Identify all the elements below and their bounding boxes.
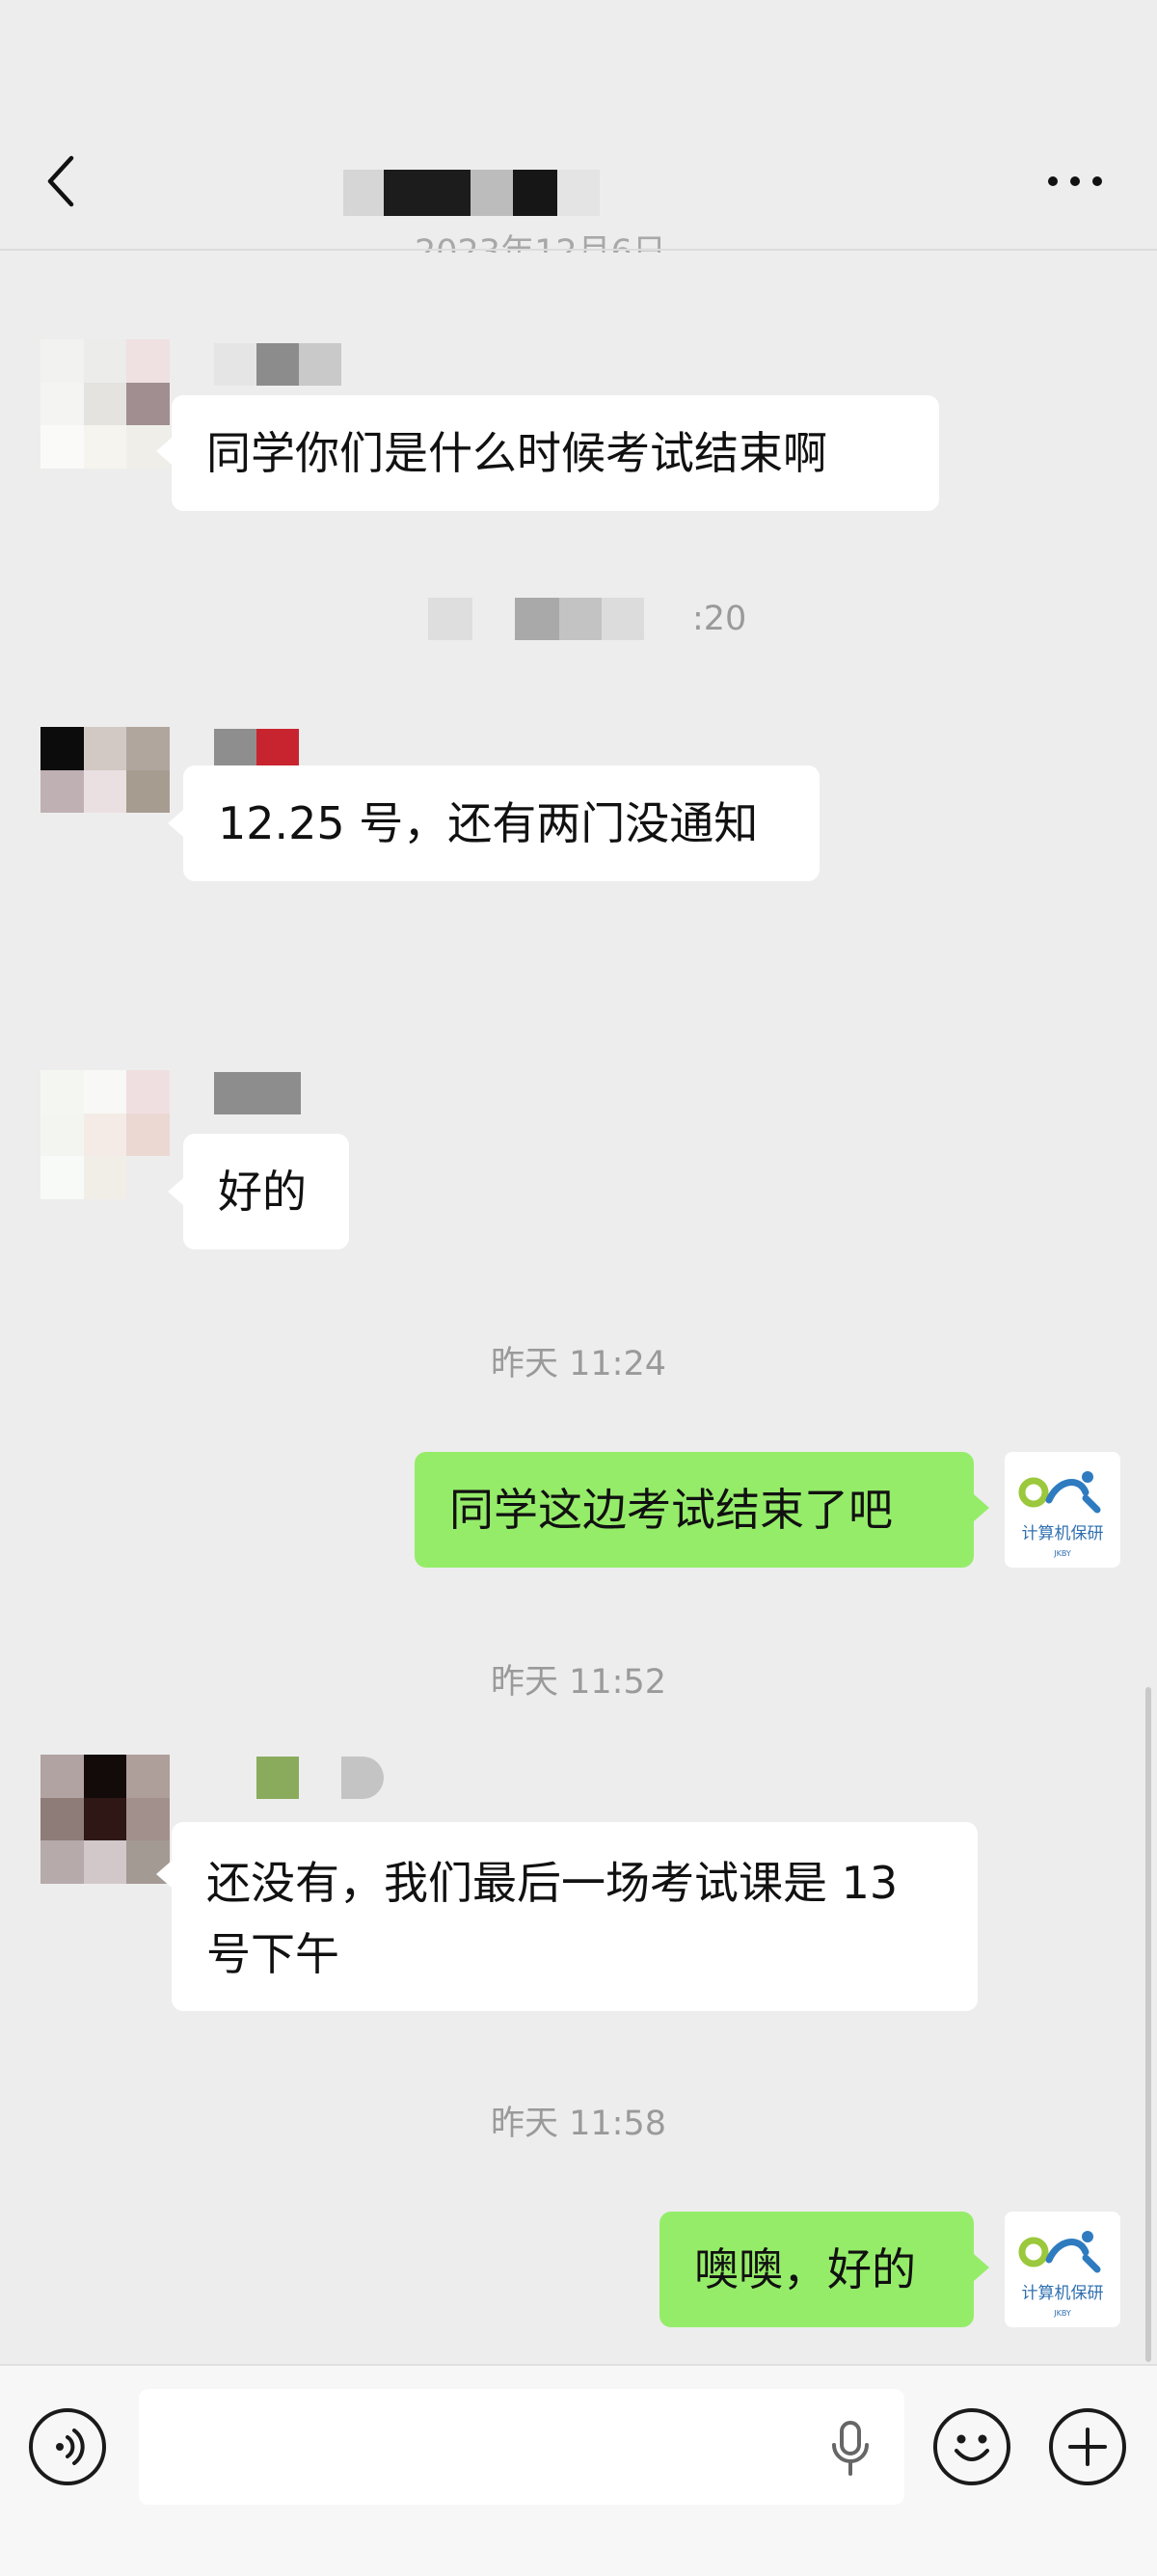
contact-avatar[interactable]: [40, 1755, 170, 1884]
timestamp-blur: [559, 598, 602, 640]
message-bubble[interactable]: 同学你们是什么时候考试结束啊: [172, 395, 939, 511]
contact-avatar[interactable]: [40, 1070, 170, 1199]
logo-subtext: JKBY: [1053, 2309, 1071, 2318]
bubble-tail: [168, 810, 183, 837]
bubble-tail: [156, 438, 172, 465]
message-text-line: 还没有，我们最后一场考试课是 13: [206, 1857, 899, 1909]
message-text: 同学你们是什么时候考试结束啊: [206, 427, 827, 479]
message-text-line: 号下午: [206, 1928, 339, 1980]
timestamp-blur: [428, 598, 472, 640]
chat-title-blur: [557, 170, 600, 216]
more-dots-icon[interactable]: [1041, 162, 1109, 201]
voice-icon[interactable]: [29, 2408, 106, 2485]
message-input[interactable]: [139, 2389, 904, 2505]
timestamp-blur: [602, 598, 644, 640]
emoji-icon[interactable]: [933, 2408, 1010, 2485]
back-chevron-icon[interactable]: [42, 154, 81, 208]
chat-title-blur: [343, 170, 384, 216]
sender-name-blur: [214, 343, 341, 386]
scrollbar[interactable]: [1145, 1687, 1151, 2362]
bubble-tail: [974, 1494, 989, 1521]
message-text: 12.25 号，还有两门没通知: [218, 797, 759, 849]
header-divider: [0, 249, 1157, 251]
message-text: 好的: [218, 1166, 307, 1218]
bubble-tail: [168, 1178, 183, 1205]
sender-name-blur: [214, 1072, 301, 1114]
timestamp: 昨天 11:52: [491, 1663, 666, 1702]
plus-icon[interactable]: [1049, 2408, 1126, 2485]
message-text: 同学这边考试结束了吧: [449, 1484, 893, 1536]
message-text: 噢噢，好的: [694, 2243, 916, 2295]
message-bubble[interactable]: 好的: [183, 1134, 349, 1249]
self-avatar[interactable]: 计算机保研 JKBY: [1005, 2212, 1120, 2327]
logo-text: 计算机保研: [1022, 1524, 1104, 1543]
chat-title-blur: [471, 170, 513, 216]
chat-title-blur: [384, 170, 471, 216]
mic-icon[interactable]: [827, 2420, 874, 2478]
message-bubble[interactable]: 12.25 号，还有两门没通知: [183, 765, 820, 881]
self-avatar[interactable]: 计算机保研 JKBY: [1005, 1452, 1120, 1568]
message-bubble-outgoing[interactable]: 噢噢，好的: [659, 2212, 974, 2327]
timestamp: 昨天 11:58: [491, 2105, 666, 2143]
sender-name-blur: [256, 1757, 384, 1799]
logo-icon: 计算机保研 JKBY: [1018, 1471, 1104, 1558]
logo-text: 计算机保研: [1022, 2284, 1104, 2303]
bubble-tail: [974, 2254, 989, 2281]
timestamp: 昨天 11:24: [491, 1345, 666, 1383]
timestamp: :20: [692, 600, 747, 638]
chat-title-blur: [513, 170, 557, 216]
logo-subtext: JKBY: [1053, 1549, 1071, 1558]
message-bubble-outgoing[interactable]: 同学这边考试结束了吧: [415, 1452, 974, 1568]
logo-icon: 计算机保研 JKBY: [1018, 2231, 1104, 2318]
contact-avatar[interactable]: [40, 727, 170, 856]
contact-avatar[interactable]: [40, 339, 170, 469]
message-bubble[interactable]: 还没有，我们最后一场考试课是 13 号下午: [172, 1822, 978, 2011]
timestamp-blur: [515, 598, 559, 640]
bubble-tail: [156, 1861, 172, 1888]
